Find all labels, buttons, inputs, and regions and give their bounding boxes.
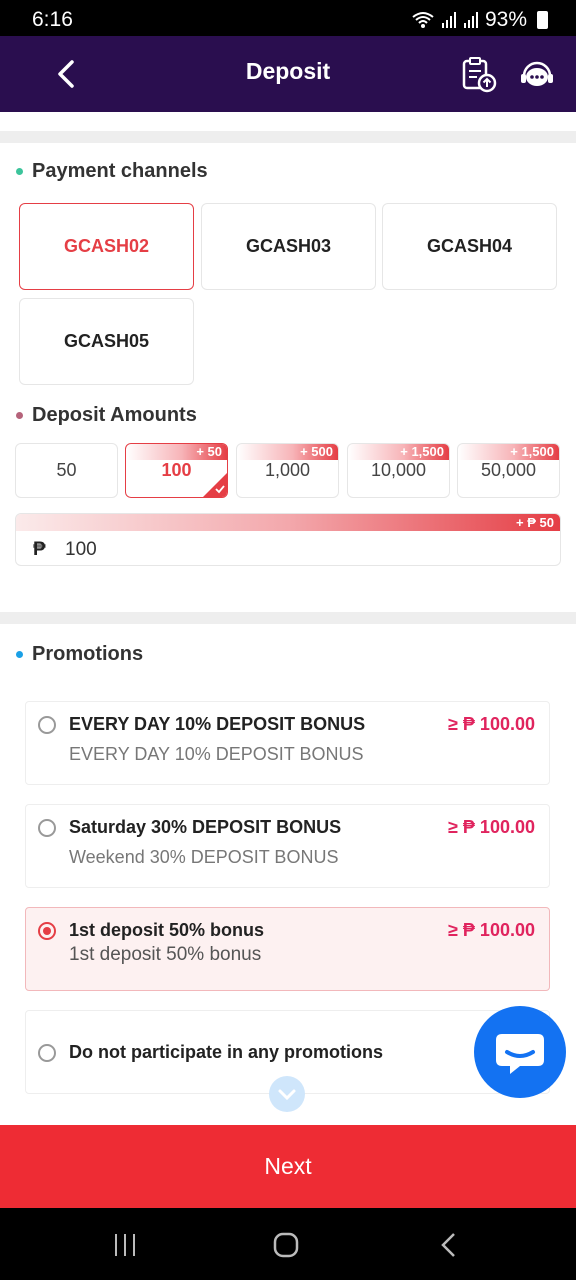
system-nav-bar <box>0 1208 576 1280</box>
promo-minimum: ≥ ₱ 100.00 <box>448 920 535 940</box>
amount-bonus-badge: + 1,500 <box>458 444 559 460</box>
amount-bonus-badge: + 500 <box>237 444 338 460</box>
chat-icon <box>496 1034 544 1074</box>
amount-value[interactable]: 100 <box>65 539 97 561</box>
battery-icon <box>537 11 548 29</box>
live-chat-button[interactable] <box>474 1006 566 1098</box>
home-icon[interactable] <box>272 1231 300 1259</box>
deposit-amounts-heading: Deposit Amounts <box>16 404 197 427</box>
section-dot <box>16 168 23 175</box>
promo-title: Saturday 30% DEPOSIT BONUS <box>69 817 342 837</box>
amount-option-50000[interactable]: + 1,500 50,000 <box>457 443 560 498</box>
chevron-down-icon <box>278 1089 296 1101</box>
amount-bonus-bar: + ₱ 50 <box>16 514 560 531</box>
promo-option[interactable]: EVERY DAY 10% DEPOSIT BONUS EVERY DAY 10… <box>25 701 550 785</box>
wifi-icon <box>412 12 434 28</box>
status-time: 6:16 <box>32 8 73 31</box>
battery-percent: 93% <box>484 8 527 31</box>
signal-icon-2 <box>463 12 478 28</box>
payment-channels-title: Payment channels <box>32 160 208 182</box>
signal-icon <box>441 12 456 28</box>
promo-title: 1st deposit 50% bonus <box>69 920 265 940</box>
amount-option-100[interactable]: + 50 100 <box>125 443 228 498</box>
amount-label: 1,000 <box>264 460 311 480</box>
promo-subtitle: Weekend 30% DEPOSIT BONUS <box>69 847 339 867</box>
back-nav-icon[interactable] <box>437 1231 461 1259</box>
channel-gcash03[interactable]: GCASH03 <box>201 203 376 290</box>
deposit-amounts-title: Deposit Amounts <box>32 404 197 426</box>
promo-title: EVERY DAY 10% DEPOSIT BONUS <box>69 714 366 734</box>
promo-subtitle: EVERY DAY 10% DEPOSIT BONUS <box>69 744 364 764</box>
divider <box>0 131 576 143</box>
radio-button[interactable] <box>38 1044 56 1062</box>
radio-button-checked[interactable] <box>38 922 56 940</box>
status-icons: 93% <box>411 8 548 32</box>
promo-subtitle: 1st deposit 50% bonus <box>69 944 262 965</box>
promotions-title: Promotions <box>32 643 144 665</box>
check-icon <box>215 485 225 494</box>
amount-input[interactable]: + ₱ 50 ₱ 100 <box>15 513 561 566</box>
section-dot <box>16 412 23 419</box>
radio-button[interactable] <box>38 716 56 734</box>
promotions-heading: Promotions <box>16 643 143 666</box>
amount-bonus-badge: + 50 <box>126 444 227 460</box>
status-bar: 6:16 93% <box>0 0 576 36</box>
channel-gcash02[interactable]: GCASH02 <box>19 203 194 290</box>
amount-label: 100 <box>161 460 192 480</box>
customer-service-icon[interactable] <box>518 56 556 94</box>
promo-option-selected[interactable]: 1st deposit 50% bonus 1st deposit 50% bo… <box>25 907 550 991</box>
next-button[interactable]: Next <box>0 1125 576 1208</box>
promo-minimum: ≥ ₱ 100.00 <box>448 714 535 734</box>
channel-gcash04[interactable]: GCASH04 <box>382 203 557 290</box>
divider <box>0 612 576 624</box>
promo-title: Do not participate in any promotions <box>69 1042 384 1062</box>
amount-option-10000[interactable]: + 1,500 10,000 <box>347 443 450 498</box>
scroll-down-button[interactable] <box>269 1076 305 1112</box>
section-dot <box>16 651 23 658</box>
deposit-record-icon[interactable] <box>460 56 498 94</box>
amount-label: 50 <box>56 460 77 480</box>
promo-minimum: ≥ ₱ 100.00 <box>448 817 535 837</box>
currency-symbol: ₱ <box>33 539 46 560</box>
amount-option-1000[interactable]: + 500 1,000 <box>236 443 339 498</box>
amount-label: 10,000 <box>370 460 427 480</box>
amount-label: 50,000 <box>480 460 537 480</box>
recent-apps-icon[interactable] <box>112 1232 138 1258</box>
radio-button[interactable] <box>38 819 56 837</box>
amount-option-50[interactable]: 50 <box>15 443 118 498</box>
channel-gcash05[interactable]: GCASH05 <box>19 298 194 385</box>
app-header: Deposit <box>0 36 576 112</box>
promo-option[interactable]: Saturday 30% DEPOSIT BONUS Weekend 30% D… <box>25 804 550 888</box>
payment-channels-heading: Payment channels <box>16 160 208 183</box>
amount-bonus-badge: + 1,500 <box>348 444 449 460</box>
